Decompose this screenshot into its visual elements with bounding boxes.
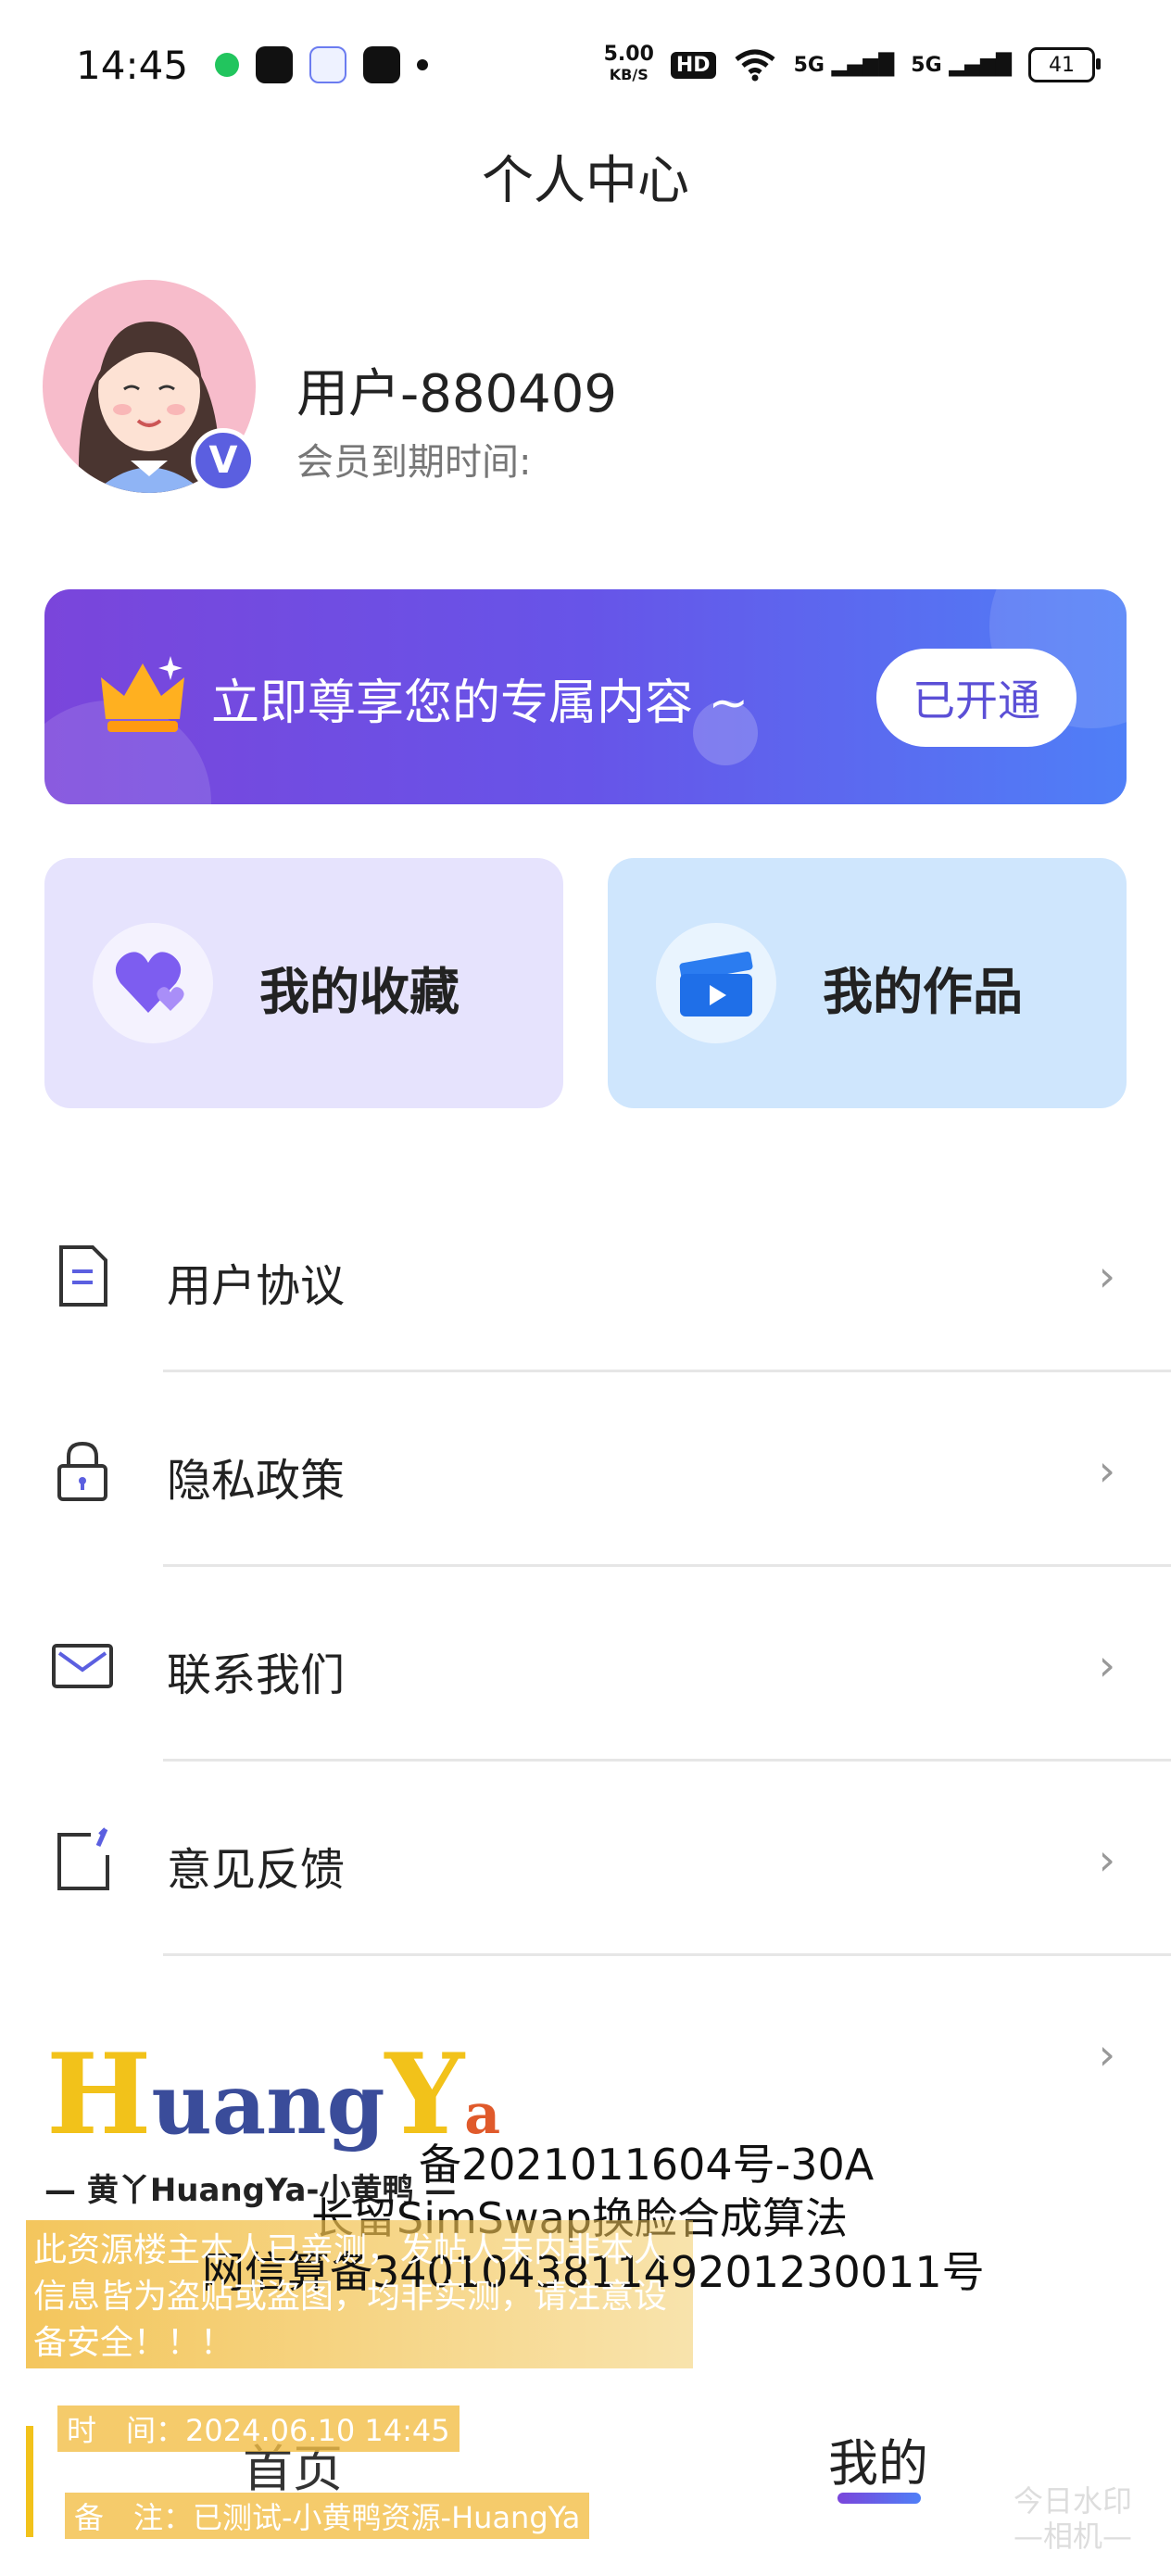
my-favorites-label: 我的收藏 <box>259 963 460 1021</box>
hd-icon: HD <box>670 51 716 79</box>
signal-5g-1: 5G ▂▄▆█ <box>793 53 895 77</box>
document-icon <box>59 1245 107 1307</box>
mail-icon <box>52 1644 113 1688</box>
lock-icon <box>57 1441 107 1501</box>
notification-dot-icon <box>417 59 428 70</box>
my-favorites-card[interactable]: 我的收藏 <box>44 858 563 1108</box>
watermark-time: 时 间：2024.06.10 14:45 <box>57 2406 460 2452</box>
clapperboard-icon <box>679 952 753 1017</box>
divider <box>163 1564 1171 1567</box>
signal-5g-2-label: 5G <box>911 53 942 77</box>
camera-line-2: —相机— <box>1014 2519 1133 2554</box>
username: 用户-880409 <box>296 364 617 424</box>
spotify-icon <box>215 53 239 77</box>
menu-label: 用户协议 <box>167 1260 346 1312</box>
clapper-icon-wrap <box>656 923 776 1043</box>
chevron-right-icon: › <box>1098 1835 1115 1885</box>
wifi-icon <box>735 49 775 82</box>
my-works-label: 我的作品 <box>823 963 1023 1021</box>
net-speed-unit: KB/S <box>609 66 648 83</box>
vip-activated-button[interactable]: 已开通 <box>876 649 1077 747</box>
signal-5g-1-label: 5G <box>793 53 825 77</box>
chevron-right-icon: › <box>1098 2029 1115 2079</box>
nav-active-indicator <box>837 2493 921 2504</box>
heart-icon-wrap <box>93 923 213 1043</box>
menu-label: 隐私政策 <box>167 1455 346 1507</box>
chevron-right-icon: › <box>1098 1446 1115 1496</box>
chevron-right-icon: › <box>1098 1640 1115 1690</box>
vip-banner[interactable]: 立即尊享您的专属内容 ~ 已开通 <box>44 589 1127 804</box>
divider <box>163 1370 1171 1372</box>
menu-item-user-agreement[interactable]: 用户协议 › <box>0 1179 1171 1373</box>
watermark-camera-label: 今日水印 —相机— <box>1014 2483 1132 2554</box>
menu-label: 联系我们 <box>167 1649 346 1701</box>
logo-uang: uang <box>151 2055 385 2153</box>
menu-label: 意见反馈 <box>167 1844 346 1896</box>
page-title: 个人中心 <box>482 151 689 211</box>
watermark-bar <box>26 2426 33 2537</box>
menu-item-privacy-policy[interactable]: 隐私政策 › <box>0 1373 1171 1568</box>
status-app-icons <box>215 46 428 83</box>
divider <box>163 1759 1171 1762</box>
signal-5g-2: 5G ▂▄▆█ <box>911 53 1012 77</box>
divider <box>163 1953 1171 1956</box>
chevron-right-icon: › <box>1098 1251 1115 1301</box>
member-expiry-label: 会员到期时间: <box>296 441 532 484</box>
logo-h: H <box>46 2029 152 2160</box>
tiktok-icon <box>256 46 293 83</box>
filing-record-1: 备2021011604号-30A <box>419 2140 875 2190</box>
vip-badge: V <box>191 428 256 493</box>
capcut-icon <box>363 46 400 83</box>
menu-item-contact-us[interactable]: 联系我们 › <box>0 1568 1171 1762</box>
status-indicators: 5.00 KB/S HD 5G ▂▄▆█ 5G ▂▄▆█ 41 <box>604 44 1101 85</box>
watermark-note: 备 注：已测试-小黄鸭资源-HuangYa <box>65 2493 590 2539</box>
vip-banner-text: 立即尊享您的专属内容 ~ <box>211 676 749 731</box>
crown-icon <box>101 656 184 732</box>
my-works-card[interactable]: 我的作品 <box>608 858 1127 1108</box>
net-speed: 5.00 KB/S <box>604 44 654 85</box>
cloud-app-icon <box>309 46 346 83</box>
battery-icon: 41 <box>1028 47 1101 82</box>
camera-line-1: 今日水印 <box>1014 2483 1133 2519</box>
watermark-notice: 此资源楼主本人已亲测，发帖人未内非本人信息皆为盗贴或盗图，均非实测，请注意设备安… <box>33 2231 668 2362</box>
nav-mine-tab[interactable]: 我的 <box>828 2422 928 2495</box>
menu-item-feedback[interactable]: 意见反馈 › <box>0 1762 1171 1957</box>
net-speed-value: 5.00 <box>603 43 654 66</box>
feedback-icon <box>57 1827 109 1890</box>
heart-icon <box>115 952 184 1013</box>
status-time: 14:45 <box>76 43 189 88</box>
